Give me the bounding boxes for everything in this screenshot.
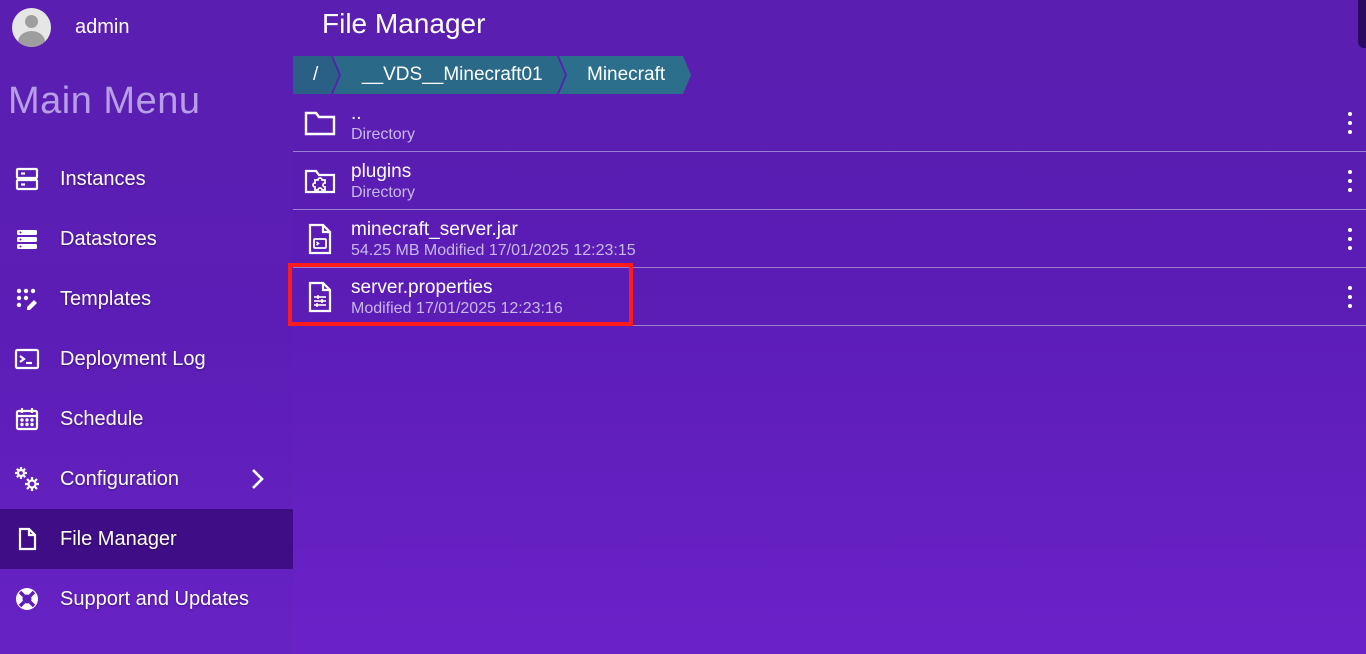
gears-icon	[13, 465, 41, 493]
lifebuoy-icon	[13, 585, 41, 613]
menu-item-label: Support and Updates	[60, 587, 250, 610]
file-row-jar[interactable]: minecraft_server.jar 54.25 MB Modified 1…	[293, 210, 1366, 268]
menu-item-label: Datastores	[60, 227, 157, 250]
menu-item-label: Deployment Log	[60, 347, 206, 370]
templates-icon	[13, 285, 41, 313]
page-title: File Manager	[322, 8, 486, 39]
server-icon	[13, 165, 41, 193]
database-icon	[13, 225, 41, 253]
menu-item-support-updates[interactable]: Support and Updates	[0, 569, 293, 629]
menu-item-label: Configuration	[60, 467, 179, 490]
more-options-icon[interactable]	[1344, 168, 1356, 194]
menu-item-label: Schedule	[60, 407, 144, 430]
breadcrumb: / __VDS__Minecraft01 Minecraft	[293, 56, 691, 94]
menu-item-configuration[interactable]: Configuration	[0, 449, 293, 509]
chevron-right-icon[interactable]	[243, 465, 271, 493]
file-name: minecraft_server.jar	[351, 219, 518, 240]
file-name: ..	[351, 103, 362, 124]
file-meta: 54.25 MB Modified 17/01/2025 12:23:15	[351, 242, 636, 259]
menu-item-schedule[interactable]: Schedule	[0, 389, 293, 449]
user-profile[interactable]: admin	[12, 7, 129, 47]
file-list: .. Directory plugins Directory minecraft…	[293, 94, 1366, 326]
menu-item-templates[interactable]: Templates	[0, 269, 293, 329]
file-row-parent[interactable]: .. Directory	[293, 94, 1366, 152]
jar-file-icon	[303, 222, 337, 256]
file-icon	[13, 525, 41, 553]
main-menu-title: Main Menu	[8, 80, 201, 122]
menu-item-label: Templates	[60, 287, 152, 310]
file-meta: Directory	[351, 184, 416, 201]
scrollbar[interactable]	[1358, 0, 1366, 48]
menu-item-label: File Manager	[60, 527, 177, 550]
avatar[interactable]	[12, 7, 51, 47]
sidebar: admin Main Menu Instances Datastores Tem…	[0, 0, 293, 654]
file-meta: Directory	[351, 126, 416, 143]
folder-icon	[303, 106, 337, 140]
terminal-icon	[13, 345, 41, 373]
more-options-icon[interactable]	[1344, 226, 1356, 252]
properties-file-icon	[303, 280, 337, 314]
username: admin	[75, 15, 130, 38]
breadcrumb-root[interactable]: /	[293, 56, 339, 94]
plugin-folder-icon	[303, 164, 337, 198]
breadcrumb-minecraft[interactable]: Minecraft	[559, 56, 691, 94]
menu-item-deployment-log[interactable]: Deployment Log	[0, 329, 293, 389]
breadcrumb-vds[interactable]: __VDS__Minecraft01	[333, 56, 565, 94]
more-options-icon[interactable]	[1344, 284, 1356, 310]
menu-item-label: Instances	[60, 167, 146, 190]
main-menu: Instances Datastores Templates Deploymen…	[0, 149, 293, 629]
file-name: server.properties	[351, 277, 493, 298]
file-row-server-properties[interactable]: server.properties Modified 17/01/2025 12…	[293, 268, 1366, 326]
menu-item-datastores[interactable]: Datastores	[0, 209, 293, 269]
calendar-icon	[13, 405, 41, 433]
menu-item-instances[interactable]: Instances	[0, 149, 293, 209]
menu-item-file-manager[interactable]: File Manager	[0, 509, 293, 569]
file-row-plugins[interactable]: plugins Directory	[293, 152, 1366, 210]
file-name: plugins	[351, 161, 412, 182]
file-meta: Modified 17/01/2025 12:23:16	[351, 300, 563, 317]
more-options-icon[interactable]	[1344, 110, 1356, 136]
